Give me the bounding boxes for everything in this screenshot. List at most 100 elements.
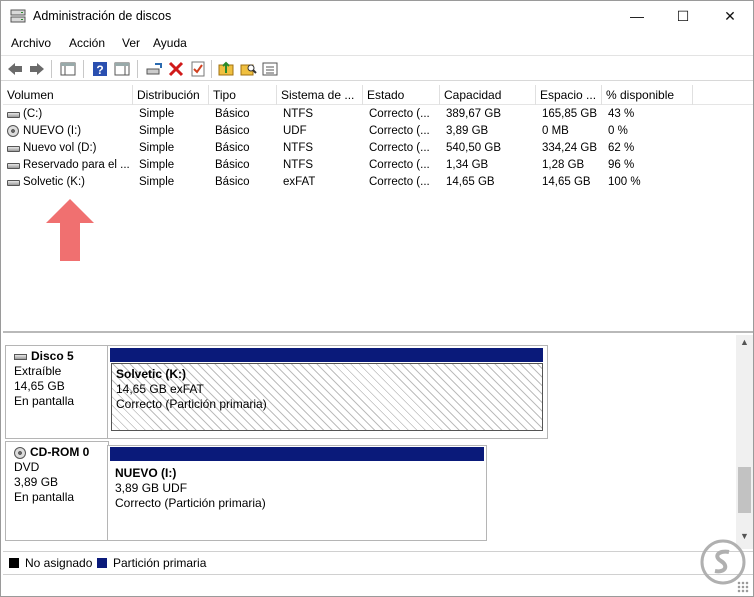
volume-type: Básico	[215, 108, 250, 120]
menu-accion[interactable]: Acción	[69, 36, 105, 50]
volume-free: 14,65 GB	[542, 176, 591, 188]
volume-list-header: Volumen Distribución Tipo Sistema de ...…	[3, 85, 753, 105]
forward-arrow-icon[interactable]	[28, 60, 46, 78]
legend-swatch-primary	[97, 558, 107, 568]
partition-body: Solvetic (K:) 14,65 GB exFAT Correcto (P…	[111, 363, 543, 431]
vertical-scrollbar[interactable]: ▲ ▼	[736, 335, 753, 549]
search-folder-icon[interactable]	[239, 60, 257, 78]
connect-disk-icon[interactable]	[145, 60, 163, 78]
primary-partition-bar	[110, 447, 484, 461]
window-title: Administración de discos	[33, 9, 172, 23]
drive-icon	[7, 163, 20, 169]
partition-solvetic[interactable]: Solvetic (K:) 14,65 GB exFAT Correcto (P…	[107, 345, 548, 439]
column-header-espacio[interactable]: Espacio ...	[536, 85, 602, 105]
toolbar-separator	[51, 60, 52, 78]
toolbar-separator	[83, 60, 84, 78]
svg-text:?: ?	[96, 63, 103, 77]
highlight-arrow-icon	[46, 199, 94, 261]
volume-capacity: 1,34 GB	[446, 159, 489, 171]
volume-row[interactable]: Nuevo vol (D:) Simple Básico NTFS Correc…	[3, 140, 753, 157]
legend-label-unallocated: No asignado	[25, 556, 93, 570]
help-icon[interactable]: ?	[91, 60, 109, 78]
scroll-thumb[interactable]	[738, 467, 751, 513]
disk-icon	[14, 353, 27, 360]
volume-type: Básico	[215, 125, 250, 137]
legend: No asignado Partición primaria	[3, 551, 753, 573]
partition-body: NUEVO (I:) 3,89 GB UDF Correcto (Partici…	[111, 463, 483, 535]
disk-name: CD-ROM 0	[30, 445, 90, 459]
partition-detail: 14,65 GB exFAT	[116, 382, 204, 396]
volume-percent: 96 %	[608, 159, 635, 171]
disk-title: Disco 5	[14, 349, 108, 364]
partition-detail: 3,89 GB UDF	[115, 481, 188, 495]
checklist-icon[interactable]	[189, 60, 207, 78]
console-tree-icon[interactable]	[59, 60, 77, 78]
volume-capacity: 3,89 GB	[446, 125, 489, 137]
volume-capacity: 540,50 GB	[446, 142, 501, 154]
column-header-disponible[interactable]: % disponible	[602, 85, 693, 105]
volume-filesystem: UDF	[283, 125, 307, 137]
title-bar: Administración de discos — ☐ ✕	[1, 1, 753, 31]
volume-row[interactable]: NUEVO (I:) Simple Básico UDF Correcto (.…	[3, 123, 753, 140]
maximize-button[interactable]: ☐	[660, 1, 706, 31]
toolbar: ?	[1, 55, 753, 81]
partition-nuevo[interactable]: NUEVO (I:) 3,89 GB UDF Correcto (Partici…	[107, 445, 487, 541]
menu-bar: Archivo Acción Ver Ayuda	[1, 32, 753, 54]
disc-icon	[7, 125, 19, 137]
volume-type: Básico	[215, 159, 250, 171]
disk-info-cd-rom-0[interactable]: CD-ROM 0 DVD 3,89 GB En pantalla	[5, 441, 109, 541]
volume-capacity: 389,67 GB	[446, 108, 501, 120]
volume-name: NUEVO (I:)	[23, 125, 82, 137]
volume-type: Básico	[215, 176, 250, 188]
volume-free: 334,24 GB	[542, 142, 597, 154]
drive-icon	[7, 146, 20, 152]
partition-status: Correcto (Partición primaria)	[115, 496, 266, 510]
status-bar	[3, 574, 753, 596]
column-header-estado[interactable]: Estado	[363, 85, 440, 105]
cd-rom-icon	[14, 446, 26, 459]
drive-icon	[7, 112, 20, 118]
volume-layout: Simple	[139, 159, 175, 171]
volume-row[interactable]: (C:) Simple Básico NTFS Correcto (... 38…	[3, 106, 753, 123]
volume-status: Correcto (...	[369, 142, 430, 154]
partition-label: NUEVO (I:)	[115, 466, 177, 480]
legend-swatch-unallocated	[9, 558, 19, 568]
column-header-capacidad[interactable]: Capacidad	[440, 85, 536, 105]
menu-archivo[interactable]: Archivo	[11, 36, 51, 50]
disk-kind: DVD	[14, 460, 40, 474]
scroll-up-icon[interactable]: ▲	[736, 337, 753, 351]
disk-size: 3,89 GB	[14, 475, 59, 489]
volume-percent: 43 %	[608, 108, 635, 120]
partition-label: Solvetic (K:)	[116, 367, 187, 381]
legend-label-primary: Partición primaria	[113, 556, 207, 570]
folder-up-icon[interactable]	[217, 60, 235, 78]
volume-row[interactable]: Reservado para el ... Simple Básico NTFS…	[3, 157, 753, 174]
list-view-icon[interactable]	[261, 60, 279, 78]
column-header-sistema[interactable]: Sistema de ...	[277, 85, 363, 105]
volume-row[interactable]: Solvetic (K:) Simple Básico exFAT Correc…	[3, 174, 753, 191]
menu-ver[interactable]: Ver	[122, 36, 140, 50]
delete-icon[interactable]	[167, 60, 185, 78]
volume-percent: 62 %	[608, 142, 635, 154]
properties-pane-icon[interactable]	[113, 60, 131, 78]
volume-status: Correcto (...	[369, 125, 430, 137]
back-arrow-icon[interactable]	[6, 60, 24, 78]
disk-kind: Extraíble	[14, 364, 62, 378]
volume-layout: Simple	[139, 108, 175, 120]
volume-name: Reservado para el ...	[23, 159, 130, 171]
volume-percent: 100 %	[608, 176, 641, 188]
volume-filesystem: exFAT	[283, 176, 316, 188]
column-header-volumen[interactable]: Volumen	[3, 85, 133, 105]
toolbar-separator	[137, 60, 138, 78]
volume-type: Básico	[215, 142, 250, 154]
volume-name: Nuevo vol (D:)	[23, 142, 97, 154]
column-header-distribucion[interactable]: Distribución	[133, 85, 209, 105]
minimize-button[interactable]: —	[614, 1, 660, 31]
column-header-tipo[interactable]: Tipo	[209, 85, 277, 105]
menu-ayuda[interactable]: Ayuda	[153, 36, 187, 50]
close-button[interactable]: ✕	[707, 1, 753, 31]
disk-info-disco-5[interactable]: Disco 5 Extraíble 14,65 GB En pantalla	[5, 345, 109, 439]
volume-status: Correcto (...	[369, 176, 430, 188]
disk-layout-pane: Disco 5 Extraíble 14,65 GB En pantalla S…	[3, 335, 736, 549]
volume-capacity: 14,65 GB	[446, 176, 495, 188]
